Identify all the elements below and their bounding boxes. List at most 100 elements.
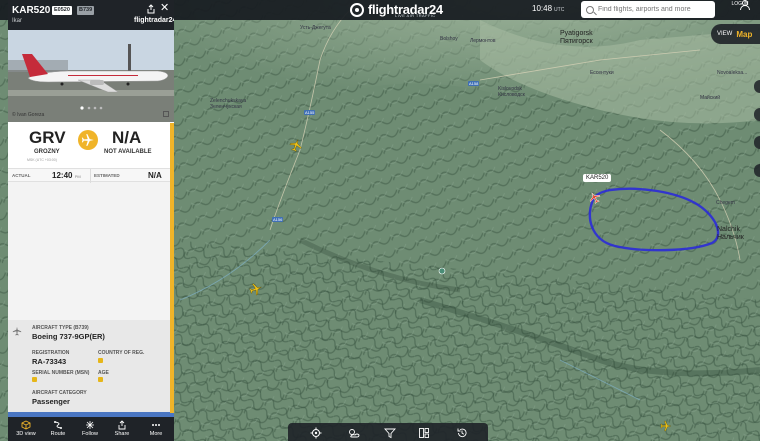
clock-time: 10:48 [532,4,553,13]
panel-scrollbar[interactable] [170,123,174,413]
origin-timezone: MSK (UTC +03:00) [27,158,57,162]
close-icon[interactable]: ✕ [160,3,169,14]
map-label-lermontov: Лермонтов [470,38,496,44]
map-label-ust-dzheguta: Усть-Джегута [300,25,331,31]
registration-label: REGISTRATION [32,350,70,356]
estimated-time: N/A [148,171,162,180]
origin-code[interactable]: GRV [29,128,66,148]
map-label-pyatigorsk: Pyatigorsk [560,30,593,37]
flight-number-badge: E0520 [52,6,72,15]
panel-header: KAR520 E0520 B739 Ikar ✕ flightradar24 [8,0,174,30]
follow-button[interactable]: Follow [76,420,104,437]
follow-icon [86,421,94,429]
road-shield: A156 [272,217,284,222]
settings-icon[interactable] [310,427,322,439]
road-shield: A155 [304,110,316,115]
aircraft-type-label: AIRCRAFT TYPE (B739) [32,325,89,331]
lock-icon[interactable] [32,377,37,382]
lock-icon[interactable] [98,377,103,382]
more-button[interactable]: More [142,420,170,437]
aircraft-marker-icon[interactable] [249,282,263,296]
clock-zone: UTC [554,7,565,13]
map-label-bolshoy: Bolshoy [440,36,458,42]
search-input[interactable] [598,6,708,13]
share-icon [118,420,126,430]
aircraft-marker-icon[interactable] [660,420,672,432]
destination-city: NOT AVAILABLE [104,149,152,155]
map-control-button[interactable] [754,108,760,121]
destination-code: N/A [112,128,142,147]
panel-brand: flightradar24 [134,17,174,24]
view-selector-button[interactable]: VIEW Map [711,24,760,44]
aircraft-code-badge: B739 [77,6,95,15]
serial-label: SERIAL NUMBER (MSN) [32,370,90,376]
widgets-icon[interactable] [418,427,430,439]
3d-view-label: 3D view [16,431,36,437]
share-icon[interactable] [146,4,156,14]
aircraft-type-icon [12,326,22,336]
actual-time-tz: PM [74,174,81,179]
radar-logo-icon [350,3,364,17]
more-icon [152,424,160,426]
playback-icon[interactable] [456,427,468,439]
aircraft-photo[interactable] [8,30,174,122]
lock-icon[interactable] [98,358,103,363]
age-label: AGE [98,370,109,376]
actual-label: ACTUAL [12,173,31,178]
route-button[interactable]: Route [44,420,72,437]
origin-city: GROZNY [34,149,60,155]
flight-callsign: KAR520 [12,5,51,16]
panel-footer: 3D view Route Follow Share More [8,417,174,441]
brand-tagline: LIVE AIR TRAFFIC [395,13,436,18]
external-link-icon[interactable] [163,111,169,117]
map-label-novoaleksandrovskaya: Novoaleksa... [717,70,748,76]
share-button[interactable]: Share [108,420,136,437]
filter-icon[interactable] [384,427,396,439]
map-label-chegem: Chegem [716,200,735,206]
login-button[interactable]: LOG IN [729,0,751,7]
map-label-nalchik-ru: Нальчик [717,234,744,241]
category-label: AIRCRAFT CATEGORY [32,390,87,396]
times-row: ACTUAL 12:40 PM ESTIMATED N/A [8,168,174,183]
map-label-pyatigorsk-ru: Пятигорск [560,38,593,45]
map-label-essentuki: Ессентуки [590,70,614,76]
view-value: Map [736,29,753,39]
search-box[interactable] [581,1,715,18]
times-divider [90,169,91,183]
registration-value[interactable]: RA-73343 [32,357,66,366]
route-summary: GRV N/A GROZNY NOT AVAILABLE MSK (UTC +0… [8,122,174,168]
estimated-label: ESTIMATED [94,173,120,178]
map-label-zelenchukskaya-ru: Зеленчукская [210,104,242,110]
map-control-button[interactable] [754,164,760,177]
flight-info-panel: KAR520 E0520 B739 Ikar ✕ flightradar24 ©… [8,0,174,441]
map-label-mayskiy: Майский [700,95,721,101]
cube-icon [21,420,31,430]
airplane-icon [78,130,98,150]
peak-marker [438,267,446,275]
3d-view-button[interactable]: 3D view [12,420,40,437]
road-shield: A158 [468,81,480,86]
airline-name: Ikar [12,18,23,24]
map-label-nalchik: Nalchik [717,226,740,233]
route-icon [54,421,62,429]
country-label: COUNTRY OF REG. [98,350,145,356]
view-label: VIEW [717,31,733,37]
category-value: Passenger [32,397,70,406]
map-toolbar [288,423,488,441]
share-label: Share [114,431,130,437]
aircraft-type-value: Boeing 737-9GP(ER) [32,332,105,341]
flight-map-label[interactable]: KAR520 [583,174,612,182]
actual-time: 12:40 PM [52,171,81,180]
aircraft-marker-icon[interactable] [289,138,303,152]
selected-aircraft-icon[interactable] [588,191,601,204]
map-control-button[interactable] [754,80,760,93]
route-label: Route [50,431,66,437]
follow-label: Follow [82,431,98,437]
aircraft-info-section: AIRCRAFT TYPE (B739) Boeing 737-9GP(ER) … [8,320,174,412]
photo-credit[interactable]: © Ivan Goreza [12,112,44,118]
map-label-kislovodsk-ru: Кисловодск [498,92,525,98]
map-control-button[interactable] [754,136,760,149]
weather-icon[interactable] [348,427,360,439]
actual-time-value: 12:40 [52,171,73,180]
utc-clock: 10:48 UTC [532,4,564,13]
